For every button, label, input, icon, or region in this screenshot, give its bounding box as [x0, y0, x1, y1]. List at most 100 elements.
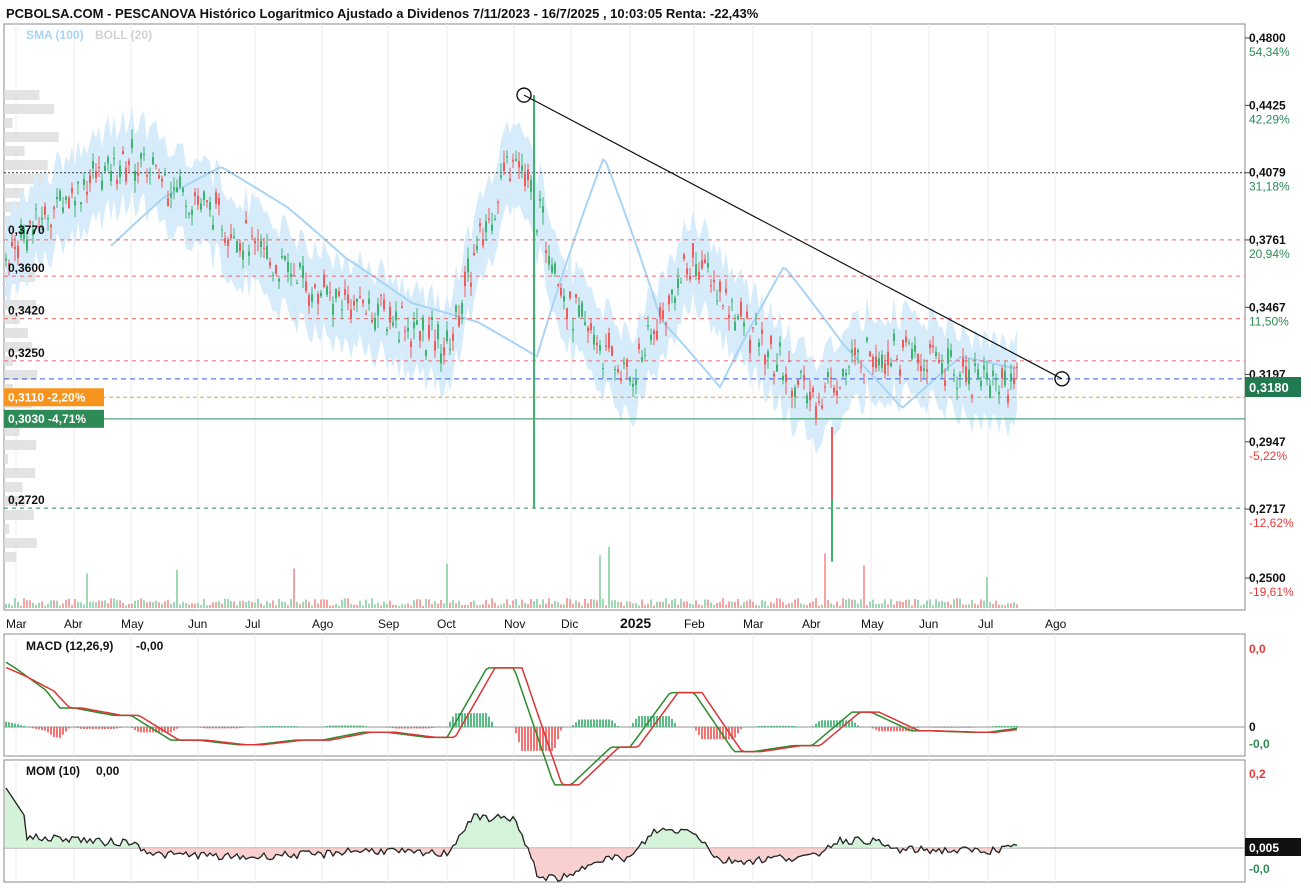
macd-histogram-bar	[797, 726, 799, 728]
candle-body	[344, 289, 346, 295]
candle-body	[284, 255, 286, 260]
mom-area	[185, 848, 188, 853]
macd-histogram-bar	[530, 727, 532, 751]
mom-area	[215, 848, 218, 854]
mom-area	[506, 819, 509, 848]
candle-body	[722, 305, 724, 307]
candle-body	[818, 401, 820, 403]
volume-bar	[95, 602, 97, 608]
y-tick-label: 0,4079	[1249, 166, 1286, 180]
candle-body	[665, 322, 667, 325]
macd-histogram-bar	[512, 727, 514, 728]
candle-body	[824, 386, 826, 388]
volume-bar	[254, 602, 256, 608]
macd-histogram-bar	[479, 713, 481, 728]
candle-body	[83, 178, 85, 185]
macd-histogram-bar	[92, 727, 94, 729]
volume-bar	[137, 600, 139, 608]
macd-histogram-bar	[407, 727, 409, 729]
macd-histogram-bar	[209, 727, 211, 729]
mom-area	[74, 837, 77, 848]
candle-body	[185, 206, 187, 208]
candle-body	[833, 387, 835, 393]
macd-histogram-bar	[809, 727, 811, 728]
macd-histogram-bar	[227, 727, 229, 729]
candle-body	[377, 303, 379, 316]
volume-bar	[998, 604, 1000, 608]
volume-bar	[941, 600, 943, 608]
candle-body	[815, 406, 817, 420]
candle-body	[1010, 373, 1012, 382]
candle-body	[1001, 368, 1003, 379]
candle-body	[599, 345, 601, 351]
macd-histogram-bar	[356, 725, 358, 728]
mom-area	[581, 848, 584, 867]
volume-bar	[905, 599, 907, 608]
candle-body	[710, 285, 712, 287]
candle-body	[680, 282, 682, 284]
volume-bar	[911, 605, 913, 608]
volume-bar	[371, 598, 373, 608]
bollinger-band	[6, 105, 1017, 455]
macd-histogram-bar	[347, 725, 349, 728]
candle-body	[494, 218, 496, 220]
candle-body	[518, 161, 520, 168]
macd-histogram-bar	[977, 727, 979, 728]
macd-histogram-bar	[986, 727, 988, 728]
y-tick-label: 0,2947	[1249, 435, 1286, 449]
macd-histogram-bar	[344, 725, 346, 728]
macd-histogram-bar	[182, 727, 184, 728]
mom-area	[275, 848, 278, 855]
macd-histogram-bar	[392, 727, 394, 729]
volume-bar	[314, 599, 316, 608]
volume-bar	[59, 605, 61, 608]
macd-histogram-bar	[581, 719, 583, 728]
volume-bar	[449, 602, 451, 608]
candle-body	[74, 200, 76, 206]
candle-body	[776, 364, 778, 372]
macd-histogram-bar	[272, 726, 274, 728]
volume-bar	[650, 599, 652, 608]
candle-body	[512, 159, 514, 162]
candle-body	[1007, 395, 1009, 403]
candle-body	[272, 275, 274, 277]
candle-body	[911, 348, 913, 360]
macd-histogram-bar	[395, 727, 397, 729]
volume-bar	[578, 602, 580, 608]
candle-body	[500, 175, 502, 178]
volume-bar	[767, 605, 769, 608]
macd-histogram-bar	[920, 727, 922, 728]
mom-area	[740, 848, 743, 861]
volume-bar	[812, 601, 814, 608]
volume-bar	[458, 600, 460, 608]
candle-body	[845, 372, 847, 376]
candle-body	[191, 209, 193, 216]
macd-histogram-bar	[743, 727, 745, 728]
macd-histogram-bar	[485, 713, 487, 728]
candle-body	[371, 320, 373, 322]
macd-histogram-bar	[95, 727, 97, 729]
main-panel-frame	[3, 23, 1246, 611]
candle-body	[386, 329, 388, 332]
macd-histogram-bar	[767, 725, 769, 728]
macd-histogram-bar	[269, 726, 271, 728]
mom-area	[677, 833, 680, 848]
macd-indicator	[4, 661, 1245, 786]
candle-body	[647, 325, 649, 327]
volume-bar	[626, 601, 628, 608]
volume-bar	[908, 599, 910, 608]
mom-area	[626, 848, 629, 858]
candle-body	[383, 299, 385, 310]
macd-histogram-bar	[503, 727, 505, 728]
macd-histogram-bar	[563, 727, 565, 728]
volume-bar	[620, 602, 622, 608]
mom-area	[467, 821, 470, 848]
volume-bar	[152, 601, 154, 608]
mom-area	[248, 848, 251, 858]
candle-body	[464, 271, 466, 287]
volume-bar	[320, 599, 322, 608]
mom-area	[746, 848, 749, 862]
macd-histogram-bar	[1007, 725, 1009, 728]
candle-body	[887, 351, 889, 366]
candle-body	[497, 202, 499, 204]
